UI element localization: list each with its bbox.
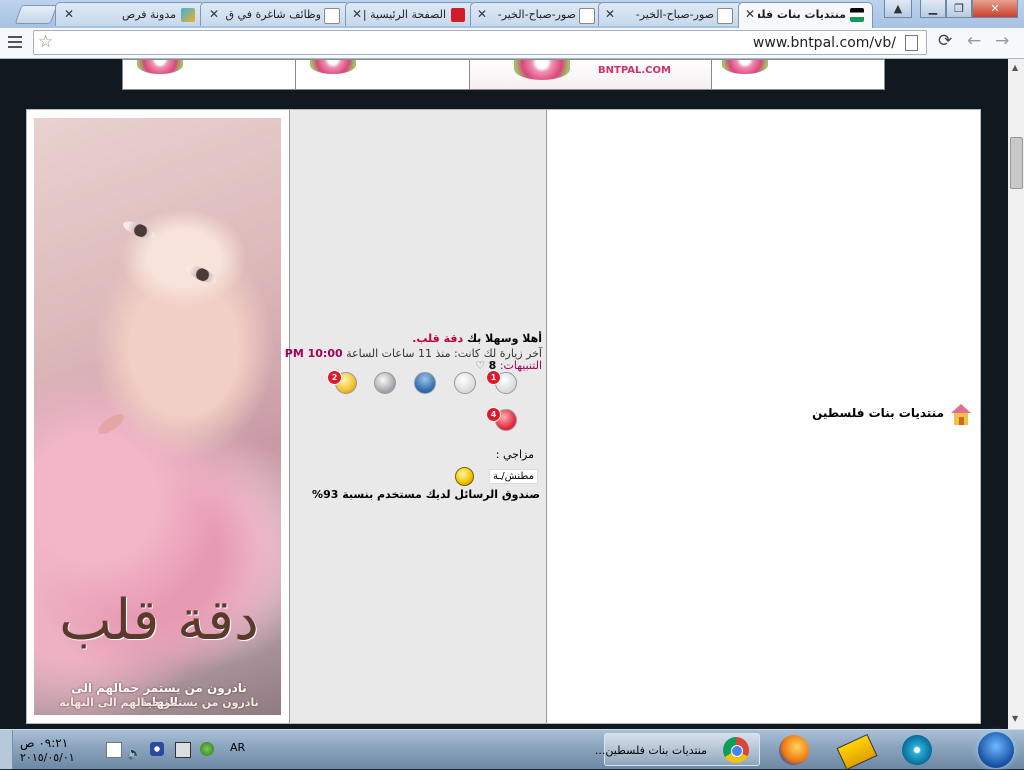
- browser-toolbar: ☆ www.bntpal.com/vb/ ⟳ ← →: [0, 28, 1024, 59]
- scrollbar-thumb[interactable]: [1010, 137, 1023, 189]
- tab-jobs[interactable]: وظائف شاغرة في ق ✕: [200, 2, 350, 26]
- bookmark-star-icon[interactable]: ☆: [38, 32, 53, 52]
- firefox-icon[interactable]: [779, 735, 809, 765]
- language-indicator[interactable]: AR: [230, 741, 245, 754]
- web-page: BNTPAL.COM دقة قلب نادرون من يستمر جماله…: [0, 59, 1008, 729]
- clock-date[interactable]: ٢٠١٥/٠٥/٠١: [20, 751, 75, 764]
- close-tab-icon[interactable]: ✕: [64, 7, 74, 21]
- flower-decoration: [722, 60, 768, 74]
- mood-value: مطنش/ـة: [489, 469, 538, 484]
- chat-bubbles-icon[interactable]: [374, 372, 396, 394]
- avatar-eye: [120, 218, 158, 242]
- tab-morning-pics-1[interactable]: صور-صباح-الخير- ✕: [470, 2, 605, 26]
- alerts-line[interactable]: التنبيهات: 8 ♡: [475, 359, 542, 372]
- action-center-icon[interactable]: [106, 742, 122, 758]
- banner-cell-logo[interactable]: BNTPAL.COM: [469, 59, 712, 90]
- page-favicon-icon: [717, 8, 733, 24]
- avatar-eye: [183, 261, 219, 287]
- tab-homepage[interactable]: الصفحة الرئيسية | ت ✕: [345, 2, 475, 26]
- windows-taskbar: ٠٩:٢١ ص ٢٠١٥/٠٥/٠١ 🔈 AR منتديات بنات فلس…: [0, 729, 1024, 770]
- page-info-icon[interactable]: [905, 35, 918, 51]
- banner-cell: [122, 59, 296, 90]
- start-button[interactable]: [978, 732, 1014, 768]
- globe-app-icon[interactable]: [200, 742, 214, 756]
- volume-icon[interactable]: 🔈: [127, 742, 142, 760]
- last-visit-time: 10:00 PM: [284, 347, 343, 360]
- user-avatar-image[interactable]: دقة قلب نادرون من يستمر جمالهم الى النها…: [34, 118, 281, 715]
- tab-title: مدونة فرص: [121, 8, 176, 21]
- forward-icon[interactable]: ←: [967, 31, 981, 51]
- banner-cell: [295, 59, 470, 90]
- avatar-slogan-shadow: نادرون من يستمر جمالهم الى النهاية: [59, 696, 259, 709]
- browser-tab-strip: مدونة فرص ✕ وظائف شاغرة في ق ✕ الصفحة ال…: [0, 0, 1024, 28]
- profile-icon[interactable]: ▲: [884, 0, 912, 18]
- show-desktop-button[interactable]: [0, 730, 13, 769]
- messages-badge: 1: [486, 370, 501, 385]
- close-window-icon[interactable]: ✕: [972, 0, 1018, 18]
- close-tab-icon[interactable]: ✕: [352, 7, 362, 21]
- inbox-usage-text: صندوق الرسائل لديك مستخدم بنسبة 93%: [312, 488, 540, 501]
- welcome-table: دقة قلب نادرون من يستمر جمالهم الى النها…: [26, 109, 981, 724]
- scroll-down-icon[interactable]: ▼: [1012, 714, 1018, 723]
- banner-brand-text: BNTPAL.COM: [598, 65, 671, 76]
- avatar-column: دقة قلب نادرون من يستمر جمالهم الى النها…: [27, 110, 290, 723]
- flower-decoration: [310, 60, 356, 74]
- new-tab-button[interactable]: [14, 5, 58, 24]
- reload-icon[interactable]: ⟳: [938, 31, 952, 51]
- back-icon[interactable]: →: [995, 31, 1009, 51]
- close-tab-icon[interactable]: ✕: [605, 7, 615, 21]
- mood-label: مزاجي :: [495, 448, 534, 461]
- welcome-text: أهلا وسهلا بك: [466, 332, 542, 345]
- avatar-signature: دقة قلب: [59, 588, 259, 653]
- heart-outline-icon: ♡: [475, 359, 486, 372]
- tab-title: صور-صباح-الخير-: [635, 8, 714, 21]
- tab-morning-pics-2[interactable]: صور-صباح-الخير- ✕: [598, 2, 743, 26]
- tab-title: صور-صباح-الخير-: [497, 8, 576, 21]
- site-favicon-icon: [451, 8, 465, 22]
- avatar-lips: [95, 410, 127, 438]
- chrome-icon: [723, 737, 749, 763]
- page-scrollbar[interactable]: ▲ ▼: [1008, 59, 1024, 729]
- house-icon: [951, 404, 971, 425]
- forum-title[interactable]: منتديات بنات فلسطين: [812, 406, 944, 420]
- url-text[interactable]: www.bntpal.com/vb/: [753, 35, 896, 51]
- flower-decoration: [514, 60, 570, 80]
- close-tab-icon[interactable]: ✕: [477, 7, 487, 21]
- user-info-column: أهلا وسهلا بك دقة قلب. آخر زيارة لك كانت…: [285, 110, 547, 723]
- media-player-icon[interactable]: [902, 735, 932, 765]
- taxi-game-icon[interactable]: [836, 733, 878, 770]
- mood-smiley-icon: [455, 467, 474, 486]
- close-tab-icon[interactable]: ✕: [745, 7, 755, 21]
- chrome-task-label: منتديات بنات فلسطين...: [594, 744, 707, 757]
- forum-column: منتديات بنات فلسطين: [547, 110, 980, 723]
- alerts-label: التنبيهات:: [499, 359, 542, 372]
- close-tab-icon[interactable]: ✕: [209, 7, 219, 21]
- blog-favicon-icon: [181, 8, 195, 22]
- menu-icon[interactable]: [8, 36, 22, 48]
- tab-title: منتديات بنات فلسطين: [758, 8, 846, 21]
- page-favicon-icon: [579, 8, 595, 24]
- clock-time[interactable]: ٠٩:٢١ ص: [20, 736, 68, 750]
- banner-cell: [711, 59, 885, 90]
- network-icon[interactable]: [175, 742, 191, 758]
- restore-icon[interactable]: ❐: [946, 0, 972, 18]
- tab-title: وظائف شاغرة في ق: [225, 8, 321, 21]
- tab-blog[interactable]: مدونة فرص ✕: [55, 2, 205, 26]
- chrome-taskbar-button[interactable]: منتديات بنات فلسطين...: [595, 733, 760, 766]
- username-link[interactable]: دقة قلب.: [412, 332, 463, 345]
- welcome-line: أهلا وسهلا بك دقة قلب.: [412, 332, 542, 345]
- tab-bntpal-active[interactable]: منتديات بنات فلسطين ✕: [738, 2, 873, 28]
- page-favicon-icon: [324, 8, 340, 24]
- tab-title: الصفحة الرئيسية | ت: [362, 8, 446, 21]
- minimize-icon[interactable]: ▁: [920, 0, 946, 18]
- security-shield-icon[interactable]: [150, 742, 164, 756]
- palestine-flag-icon: [850, 8, 864, 22]
- favorites-badge: 2: [327, 370, 342, 385]
- user-profile-icon[interactable]: [414, 372, 436, 394]
- address-bar[interactable]: ☆ www.bntpal.com/vb/: [33, 30, 927, 55]
- scroll-up-icon[interactable]: ▲: [1012, 63, 1018, 72]
- mail-envelope-icon[interactable]: [454, 372, 476, 394]
- flower-decoration: [137, 60, 183, 74]
- likes-badge: 4: [486, 407, 501, 422]
